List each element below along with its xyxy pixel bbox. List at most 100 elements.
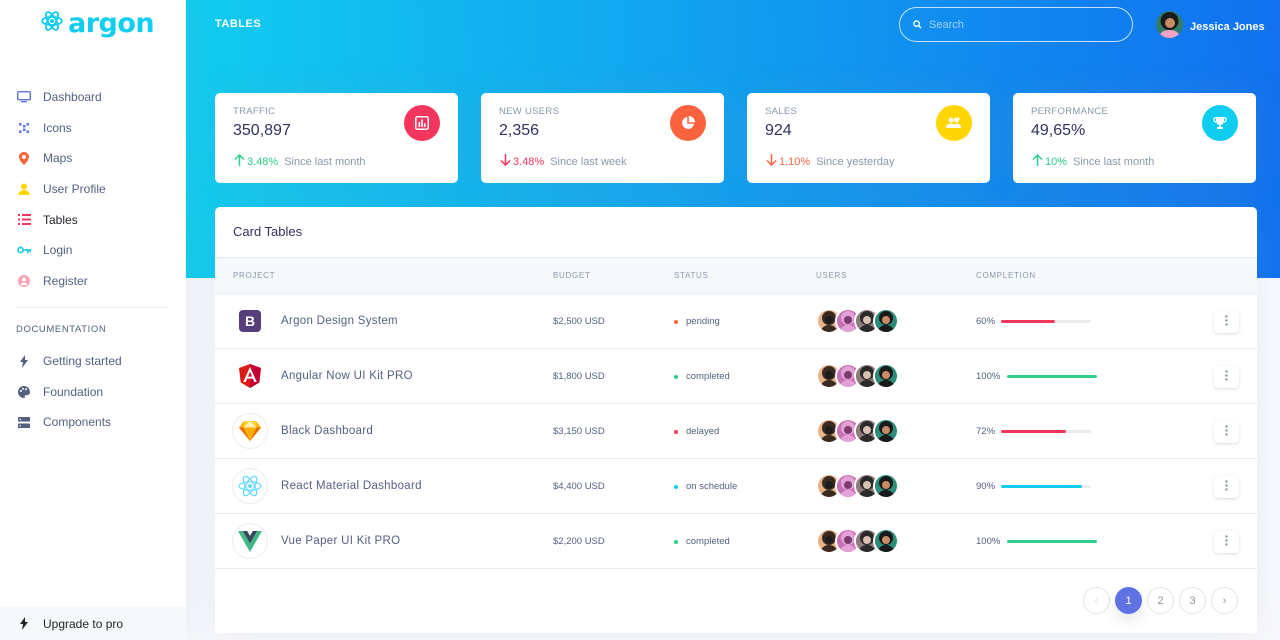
chart-bar-icon xyxy=(404,105,440,141)
row-actions-button[interactable] xyxy=(1214,421,1239,443)
sidebar-item-maps[interactable]: Maps xyxy=(0,143,186,174)
search-input[interactable] xyxy=(929,18,1119,31)
user-menu[interactable]: Jessica Jones xyxy=(1156,11,1265,43)
stat-title: New users xyxy=(499,106,560,117)
stat-since: Since last week xyxy=(550,155,627,168)
pagination-page-2[interactable]: 2 xyxy=(1147,587,1174,614)
completion-value: 90% xyxy=(976,481,996,492)
sidebar-item-label: Icons xyxy=(43,120,72,135)
row-actions-button[interactable] xyxy=(1214,476,1239,498)
sidebar-divider xyxy=(16,307,168,308)
sidebar-item-components[interactable]: Components xyxy=(0,407,186,438)
sketch-icon xyxy=(233,414,267,448)
avatar xyxy=(1156,11,1183,43)
column-header-completion[interactable]: Completion xyxy=(976,271,1036,280)
status-label: pending xyxy=(686,316,720,327)
column-header-status[interactable]: Status xyxy=(674,271,709,280)
row-actions-button[interactable] xyxy=(1214,311,1239,333)
user-avatar[interactable] xyxy=(873,418,899,444)
user-avatar[interactable] xyxy=(873,528,899,554)
stat-title: Sales xyxy=(765,106,798,117)
pagination-next[interactable]: › xyxy=(1211,587,1238,614)
completion-progress-fill xyxy=(1007,540,1097,543)
status-badge: on schedule xyxy=(674,481,737,492)
svg-text:B: B xyxy=(245,313,255,329)
pagination-prev[interactable]: ‹ xyxy=(1083,587,1110,614)
status-badge: pending xyxy=(674,316,720,327)
column-header-users[interactable]: Users xyxy=(816,271,847,280)
status-label: completed xyxy=(686,536,730,547)
sidebar-item-tables[interactable]: Tables xyxy=(0,204,186,235)
completion-progress-fill xyxy=(1001,485,1082,488)
pagination-page-3[interactable]: 3 xyxy=(1179,587,1206,614)
pagination-page-1[interactable]: 1 xyxy=(1115,587,1142,614)
documentation-nav: Getting started Foundation Components xyxy=(0,346,186,438)
bootstrap-icon: B xyxy=(233,304,267,338)
brand-logo[interactable]: argon xyxy=(40,8,155,39)
table-row: B Argon Design System $2,500 USD pending 60% xyxy=(215,294,1257,349)
arrow-up-icon xyxy=(234,153,245,169)
card-title: Card Tables xyxy=(233,224,303,239)
user-avatar[interactable] xyxy=(873,473,899,499)
stat-card-traffic: Traffic 350,897 3.48% Since last month xyxy=(215,93,458,183)
arrow-down-icon xyxy=(500,154,511,169)
sidebar-item-login[interactable]: Login xyxy=(0,235,186,266)
arrow-down-icon xyxy=(766,154,777,169)
user-icon xyxy=(17,182,31,196)
stat-card-performance: Performance 49,65% 10% Since last month xyxy=(1013,93,1256,183)
stat-value: 2,356 xyxy=(499,122,540,139)
row-actions-button[interactable] xyxy=(1214,531,1239,553)
sidebar-item-getting-started[interactable]: Getting started xyxy=(0,346,186,377)
stat-change: 3.48% xyxy=(500,154,544,169)
sidebar-item-label: Maps xyxy=(43,151,73,166)
sidebar-item-label: Tables xyxy=(43,212,78,227)
stat-footer: 1.10% Since yesterday xyxy=(766,154,894,169)
sidebar-item-label: Getting started xyxy=(43,354,122,369)
row-actions-button[interactable] xyxy=(1214,366,1239,388)
upgrade-to-pro-link[interactable]: Upgrade to pro xyxy=(0,607,186,640)
main-nav: Dashboard Icons Maps User Profile Tables… xyxy=(0,82,186,296)
page-title[interactable]: TABLES xyxy=(215,18,261,30)
column-header-budget[interactable]: Budget xyxy=(553,271,591,280)
budget-value: $2,200 USD xyxy=(553,536,605,547)
atom-icon xyxy=(40,9,64,38)
status-dot xyxy=(674,429,678,434)
stat-title: Traffic xyxy=(233,106,276,117)
sidebar-item-dashboard[interactable]: Dashboard xyxy=(0,82,186,113)
status-dot xyxy=(674,539,678,544)
stat-value: 350,897 xyxy=(233,122,291,139)
stat-value: 924 xyxy=(765,122,792,139)
status-label: delayed xyxy=(686,426,720,437)
column-header-project[interactable]: Project xyxy=(233,271,275,280)
palette-icon xyxy=(17,385,31,399)
upgrade-label: Upgrade to pro xyxy=(43,616,124,631)
sidebar: argon Dashboard Icons Maps User Profile … xyxy=(0,0,186,640)
monitor-icon xyxy=(17,90,31,104)
stat-change-value: 3.48% xyxy=(513,155,545,168)
project-name: Black Dashboard xyxy=(281,425,374,437)
spaceship-icon xyxy=(17,354,31,368)
stat-footer: 3.48% Since last month xyxy=(234,153,366,169)
user-avatar[interactable] xyxy=(873,308,899,334)
angular-icon xyxy=(233,359,267,393)
stat-since: Since yesterday xyxy=(816,155,895,168)
status-dot xyxy=(674,484,678,489)
completion-progress xyxy=(1007,540,1097,543)
status-dot xyxy=(674,319,678,324)
user-avatar[interactable] xyxy=(873,363,899,389)
search-box[interactable] xyxy=(899,7,1133,42)
sidebar-item-register[interactable]: Register xyxy=(0,266,186,297)
more-vertical-icon xyxy=(1225,480,1228,494)
sidebar-item-foundation[interactable]: Foundation xyxy=(0,377,186,408)
sidebar-item-icons[interactable]: Icons xyxy=(0,113,186,144)
sidebar-item-label: Dashboard xyxy=(43,90,102,105)
react-icon xyxy=(233,469,267,503)
table-row: Black Dashboard $3,150 USD delayed 72% xyxy=(215,404,1257,459)
table-header: Project Budget Status Users Completion xyxy=(215,257,1257,294)
stat-change: 1.10% xyxy=(766,154,810,169)
stat-card-sales: Sales 924 1.10% Since yesterday xyxy=(747,93,990,183)
status-label: on schedule xyxy=(686,481,738,492)
trophy-icon xyxy=(1202,105,1238,141)
spaceship-icon xyxy=(17,617,31,630)
sidebar-item-user-profile[interactable]: User Profile xyxy=(0,174,186,205)
